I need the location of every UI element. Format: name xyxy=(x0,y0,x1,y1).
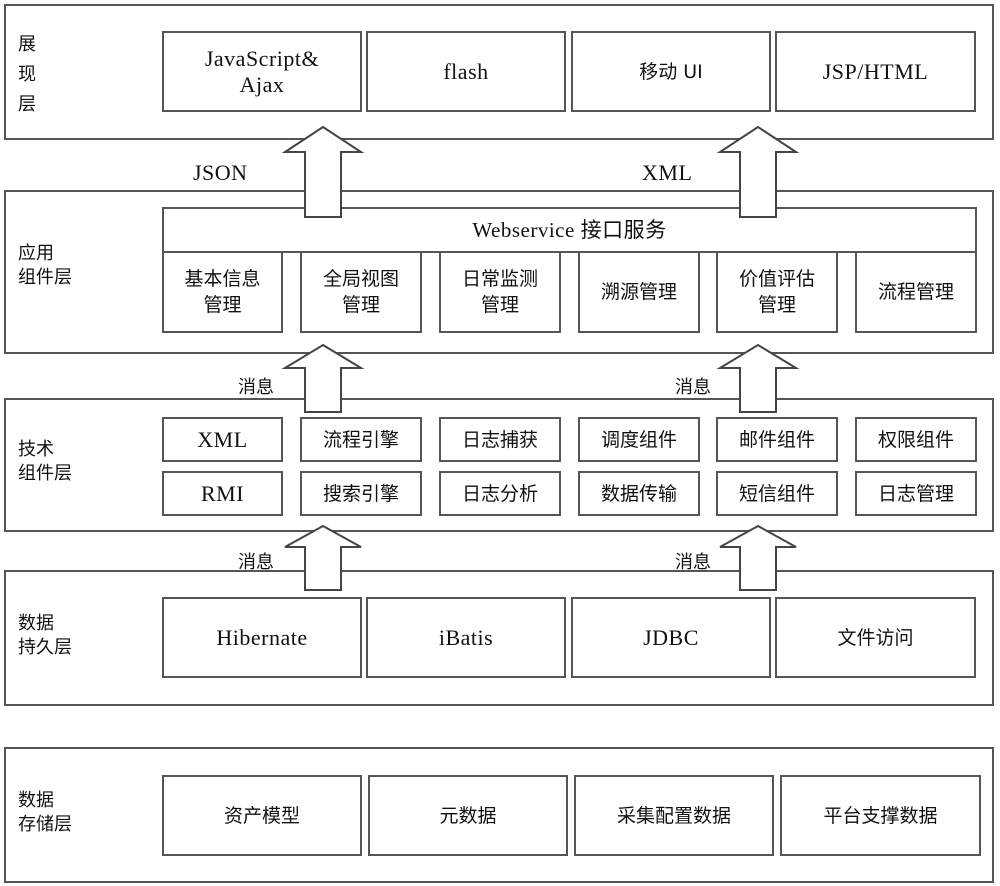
box-log-management: 日志管理 xyxy=(855,471,977,516)
box-mobile-ui: 移动 UI xyxy=(571,31,771,112)
box-mail-component: 邮件组件 xyxy=(716,417,838,462)
box-platform-support-data: 平台支撑数据 xyxy=(780,775,981,856)
up-arrow-icon-message-2b xyxy=(719,524,797,591)
box-sms-component: 短信组件 xyxy=(716,471,838,516)
box-value-assessment-mgmt: 价值评估 管理 xyxy=(716,251,838,333)
up-arrow-icon-xml xyxy=(716,125,800,218)
up-arrow-icon-message-1a xyxy=(281,343,365,413)
box-javascript-ajax: JavaScript& Ajax xyxy=(162,31,362,112)
flow-label-message-1a: 消息 xyxy=(238,377,274,398)
box-ibatis: iBatis xyxy=(366,597,566,678)
up-arrow-icon-message-2a xyxy=(284,524,362,591)
box-permission-component: 权限组件 xyxy=(855,417,977,462)
box-rmi: RMI xyxy=(162,471,283,516)
box-jsp-html: JSP/HTML xyxy=(775,31,976,112)
storage-layer-label: 数据 存储层 xyxy=(18,790,72,835)
persistence-layer-label: 数据 持久层 xyxy=(18,613,72,658)
box-flash: flash xyxy=(366,31,566,112)
box-scheduler-component: 调度组件 xyxy=(578,417,700,462)
box-hibernate: Hibernate xyxy=(162,597,362,678)
flow-label-json: JSON xyxy=(193,160,248,185)
flow-label-xml: XML xyxy=(642,160,693,185)
flow-label-message-1b: 消息 xyxy=(675,377,711,398)
box-workflow-engine: 流程引擎 xyxy=(300,417,422,462)
box-log-capture: 日志捕获 xyxy=(439,417,561,462)
box-log-analysis: 日志分析 xyxy=(439,471,561,516)
up-arrow-icon-json xyxy=(281,125,365,218)
box-basic-info-mgmt: 基本信息 管理 xyxy=(162,251,283,333)
box-process-mgmt: 流程管理 xyxy=(855,251,977,333)
box-traceability-mgmt: 溯源管理 xyxy=(578,251,700,333)
box-collection-config-data: 采集配置数据 xyxy=(574,775,774,856)
flow-label-message-2a: 消息 xyxy=(238,552,274,573)
box-metadata: 元数据 xyxy=(368,775,568,856)
technical-layer-label: 技术 组件层 xyxy=(18,439,72,484)
up-arrow-icon-message-1b xyxy=(716,343,800,413)
box-global-view-mgmt: 全局视图 管理 xyxy=(300,251,422,333)
box-daily-monitoring-mgmt: 日常监测 管理 xyxy=(439,251,561,333)
flow-label-message-2b: 消息 xyxy=(675,552,711,573)
application-layer-label: 应用 组件层 xyxy=(18,243,72,288)
box-xml: XML xyxy=(162,417,283,462)
presentation-layer-label: 展现层 xyxy=(18,34,36,115)
box-asset-model: 资产模型 xyxy=(162,775,362,856)
box-search-engine: 搜索引擎 xyxy=(300,471,422,516)
box-jdbc: JDBC xyxy=(571,597,771,678)
box-data-transfer: 数据传输 xyxy=(578,471,700,516)
box-file-access: 文件访问 xyxy=(775,597,976,678)
